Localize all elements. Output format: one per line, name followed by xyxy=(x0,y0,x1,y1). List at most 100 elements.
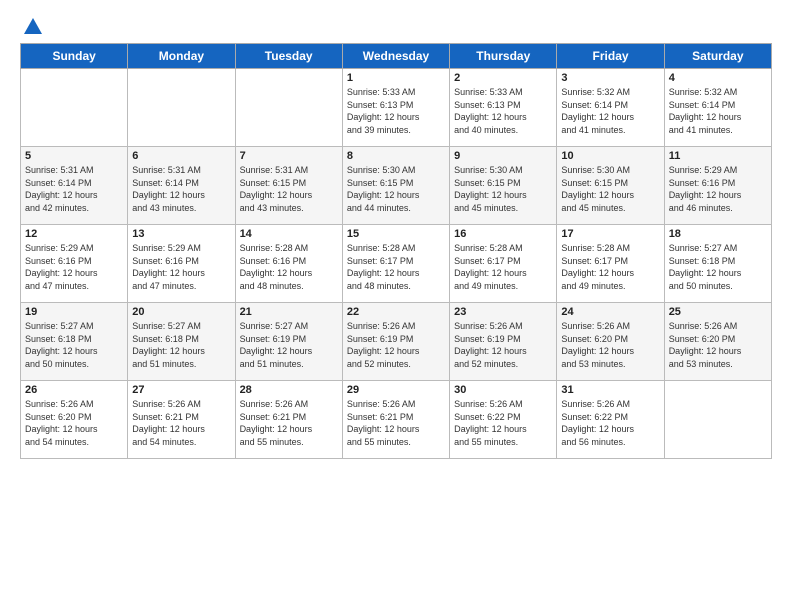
calendar-week-4: 19 Sunrise: 5:27 AM Sunset: 6:18 PM Dayli… xyxy=(21,303,772,381)
calendar-cell xyxy=(664,381,771,459)
calendar-cell: 30 Sunrise: 5:26 AM Sunset: 6:22 PM Dayli… xyxy=(450,381,557,459)
day-info: Sunrise: 5:32 AM Sunset: 6:14 PM Dayligh… xyxy=(561,86,659,136)
calendar-cell: 26Sunrise: 5:26 AM Sunset: 6:20 PM Dayli… xyxy=(21,381,128,459)
day-info: Sunrise: 5:31 AM Sunset: 6:15 PM Dayligh… xyxy=(240,164,338,214)
calendar-cell: 8 Sunrise: 5:30 AM Sunset: 6:15 PM Daylig… xyxy=(342,147,449,225)
day-info: Sunrise: 5:26 AM Sunset: 6:19 PM Dayligh… xyxy=(454,320,552,370)
calendar-cell: 9Sunrise: 5:30 AM Sunset: 6:15 PM Daylig… xyxy=(450,147,557,225)
day-info: Sunrise: 5:29 AM Sunset: 6:16 PM Dayligh… xyxy=(25,242,123,292)
calendar-cell: 11Sunrise: 5:29 AM Sunset: 6:16 PM Dayli… xyxy=(664,147,771,225)
calendar-cell: 6Sunrise: 5:31 AM Sunset: 6:14 PM Daylig… xyxy=(128,147,235,225)
day-info: Sunrise: 5:26 AM Sunset: 6:22 PM Dayligh… xyxy=(561,398,659,448)
calendar-cell: 15 Sunrise: 5:28 AM Sunset: 6:17 PM Dayli… xyxy=(342,225,449,303)
calendar-cell: 20Sunrise: 5:27 AM Sunset: 6:18 PM Dayli… xyxy=(128,303,235,381)
calendar-cell: 12Sunrise: 5:29 AM Sunset: 6:16 PM Dayli… xyxy=(21,225,128,303)
day-number: 17 xyxy=(561,228,659,240)
calendar-header-friday: Friday xyxy=(557,44,664,69)
day-info: Sunrise: 5:27 AM Sunset: 6:18 PM Dayligh… xyxy=(132,320,230,370)
day-number: 2 xyxy=(454,72,552,84)
calendar-cell: 1Sunrise: 5:33 AM Sunset: 6:13 PM Daylig… xyxy=(342,69,449,147)
day-info: Sunrise: 5:28 AM Sunset: 6:17 PM Dayligh… xyxy=(347,242,445,292)
day-number: 14 xyxy=(240,228,338,240)
calendar-cell: 13 Sunrise: 5:29 AM Sunset: 6:16 PM Dayli… xyxy=(128,225,235,303)
calendar-header-thursday: Thursday xyxy=(450,44,557,69)
calendar-cell: 18Sunrise: 5:27 AM Sunset: 6:18 PM Dayli… xyxy=(664,225,771,303)
calendar-cell: 21 Sunrise: 5:27 AM Sunset: 6:19 PM Dayli… xyxy=(235,303,342,381)
day-info: Sunrise: 5:27 AM Sunset: 6:19 PM Dayligh… xyxy=(240,320,338,370)
day-info: Sunrise: 5:26 AM Sunset: 6:22 PM Dayligh… xyxy=(454,398,552,448)
day-number: 30 xyxy=(454,384,552,396)
calendar-cell: 4 Sunrise: 5:32 AM Sunset: 6:14 PM Daylig… xyxy=(664,69,771,147)
day-number: 18 xyxy=(669,228,767,240)
calendar-cell: 14 Sunrise: 5:28 AM Sunset: 6:16 PM Dayli… xyxy=(235,225,342,303)
calendar-cell: 29 Sunrise: 5:26 AM Sunset: 6:21 PM Dayli… xyxy=(342,381,449,459)
header xyxy=(20,16,772,35)
calendar-week-3: 12Sunrise: 5:29 AM Sunset: 6:16 PM Dayli… xyxy=(21,225,772,303)
day-number: 23 xyxy=(454,306,552,318)
day-number: 16 xyxy=(454,228,552,240)
calendar-header-sunday: Sunday xyxy=(21,44,128,69)
day-number: 26 xyxy=(25,384,123,396)
calendar-body: 1 Sunrise: 5:33 AM Sunset: 6:13 PM Daylig… xyxy=(21,69,772,459)
calendar-cell: 28 Sunrise: 5:26 AM Sunset: 6:21 PM Dayli… xyxy=(235,381,342,459)
calendar-cell: 16 Sunrise: 5:28 AM Sunset: 6:17 PM Dayli… xyxy=(450,225,557,303)
day-info: Sunrise: 5:28 AM Sunset: 6:17 PM Dayligh… xyxy=(454,242,552,292)
calendar-cell: 22Sunrise: 5:26 AM Sunset: 6:19 PM Dayli… xyxy=(342,303,449,381)
calendar-cell: 10Sunrise: 5:30 AM Sunset: 6:15 PM Dayli… xyxy=(557,147,664,225)
day-number: 22 xyxy=(347,306,445,318)
day-number: 15 xyxy=(347,228,445,240)
calendar-cell: 27 Sunrise: 5:26 AM Sunset: 6:21 PM Dayli… xyxy=(128,381,235,459)
day-number: 13 xyxy=(132,228,230,240)
day-info: Sunrise: 5:26 AM Sunset: 6:21 PM Dayligh… xyxy=(132,398,230,448)
calendar-week-2: 5 Sunrise: 5:31 AM Sunset: 6:14 PM Daylig… xyxy=(21,147,772,225)
day-number: 8 xyxy=(347,150,445,162)
day-info: Sunrise: 5:27 AM Sunset: 6:18 PM Dayligh… xyxy=(25,320,123,370)
calendar-header-tuesday: Tuesday xyxy=(235,44,342,69)
calendar-header-monday: Monday xyxy=(128,44,235,69)
day-number: 4 xyxy=(669,72,767,84)
day-number: 28 xyxy=(240,384,338,396)
day-info: Sunrise: 5:28 AM Sunset: 6:17 PM Dayligh… xyxy=(561,242,659,292)
logo-icon xyxy=(22,16,44,38)
day-info: Sunrise: 5:28 AM Sunset: 6:16 PM Dayligh… xyxy=(240,242,338,292)
day-number: 1 xyxy=(347,72,445,84)
logo xyxy=(20,16,44,35)
page: SundayMondayTuesdayWednesdayThursdayFrid… xyxy=(0,0,792,612)
day-info: Sunrise: 5:26 AM Sunset: 6:21 PM Dayligh… xyxy=(347,398,445,448)
calendar-header-row: SundayMondayTuesdayWednesdayThursdayFrid… xyxy=(21,44,772,69)
calendar-cell: 2 Sunrise: 5:33 AM Sunset: 6:13 PM Daylig… xyxy=(450,69,557,147)
day-number: 19 xyxy=(25,306,123,318)
day-info: Sunrise: 5:33 AM Sunset: 6:13 PM Dayligh… xyxy=(454,86,552,136)
day-info: Sunrise: 5:30 AM Sunset: 6:15 PM Dayligh… xyxy=(347,164,445,214)
day-info: Sunrise: 5:31 AM Sunset: 6:14 PM Dayligh… xyxy=(132,164,230,214)
day-info: Sunrise: 5:30 AM Sunset: 6:15 PM Dayligh… xyxy=(454,164,552,214)
calendar-cell: 17 Sunrise: 5:28 AM Sunset: 6:17 PM Dayli… xyxy=(557,225,664,303)
day-info: Sunrise: 5:29 AM Sunset: 6:16 PM Dayligh… xyxy=(669,164,767,214)
day-number: 7 xyxy=(240,150,338,162)
calendar-cell: 25 Sunrise: 5:26 AM Sunset: 6:20 PM Dayli… xyxy=(664,303,771,381)
calendar-week-5: 26Sunrise: 5:26 AM Sunset: 6:20 PM Dayli… xyxy=(21,381,772,459)
day-info: Sunrise: 5:26 AM Sunset: 6:20 PM Dayligh… xyxy=(669,320,767,370)
day-info: Sunrise: 5:29 AM Sunset: 6:16 PM Dayligh… xyxy=(132,242,230,292)
day-number: 3 xyxy=(561,72,659,84)
day-info: Sunrise: 5:32 AM Sunset: 6:14 PM Dayligh… xyxy=(669,86,767,136)
day-number: 27 xyxy=(132,384,230,396)
calendar-table: SundayMondayTuesdayWednesdayThursdayFrid… xyxy=(20,43,772,459)
calendar-cell xyxy=(235,69,342,147)
calendar-cell: 3 Sunrise: 5:32 AM Sunset: 6:14 PM Daylig… xyxy=(557,69,664,147)
day-number: 25 xyxy=(669,306,767,318)
day-number: 31 xyxy=(561,384,659,396)
calendar-cell: 23 Sunrise: 5:26 AM Sunset: 6:19 PM Dayli… xyxy=(450,303,557,381)
day-number: 24 xyxy=(561,306,659,318)
calendar-cell: 5Sunrise: 5:31 AM Sunset: 6:14 PM Daylig… xyxy=(21,147,128,225)
day-info: Sunrise: 5:26 AM Sunset: 6:20 PM Dayligh… xyxy=(561,320,659,370)
calendar-cell: 19 Sunrise: 5:27 AM Sunset: 6:18 PM Dayli… xyxy=(21,303,128,381)
calendar-cell xyxy=(21,69,128,147)
calendar-cell: 31 Sunrise: 5:26 AM Sunset: 6:22 PM Dayli… xyxy=(557,381,664,459)
day-number: 29 xyxy=(347,384,445,396)
day-number: 5 xyxy=(25,150,123,162)
day-number: 21 xyxy=(240,306,338,318)
calendar-cell: 24 Sunrise: 5:26 AM Sunset: 6:20 PM Dayli… xyxy=(557,303,664,381)
day-info: Sunrise: 5:26 AM Sunset: 6:21 PM Dayligh… xyxy=(240,398,338,448)
day-number: 10 xyxy=(561,150,659,162)
